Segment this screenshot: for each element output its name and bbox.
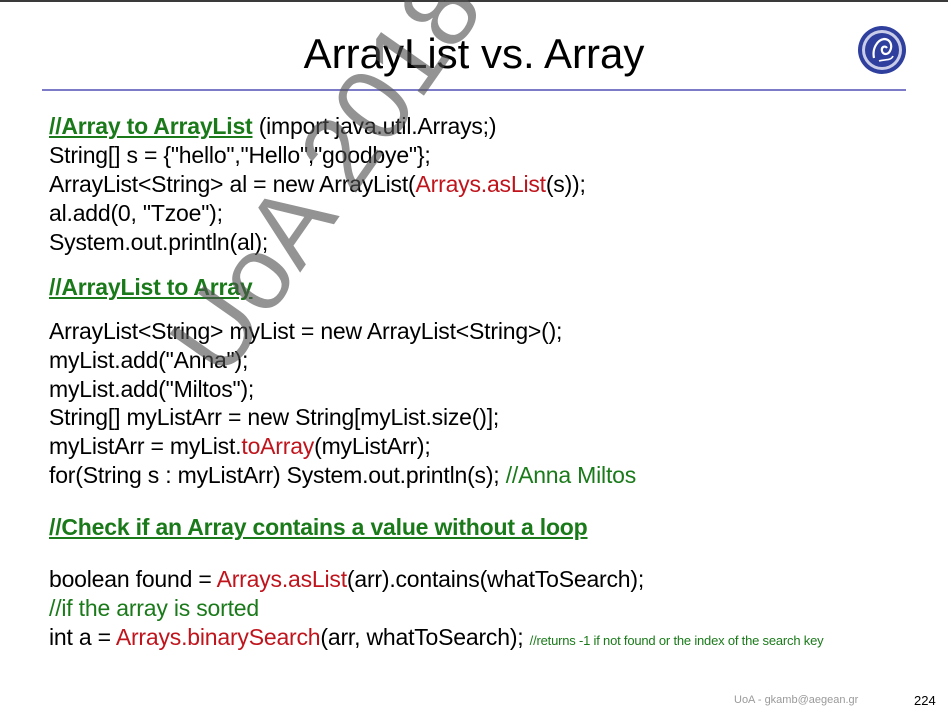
section2-heading: //ArrayList to Array: [49, 274, 253, 300]
code-line: myListArr = myList.toArray(myListArr);: [49, 432, 431, 460]
code-line: int a = Arrays.binarySearch(arr, whatToS…: [49, 623, 824, 655]
code-text: for(String s : myListArr) System.out.pri…: [49, 462, 506, 488]
code-text: (arr).contains(whatToSearch);: [346, 566, 645, 592]
code-comment: //Anna Miltos: [505, 462, 637, 488]
code-highlight: toArray: [241, 433, 315, 459]
code-line: String[] s = {"hello","Hello","goodbye"}…: [49, 142, 431, 168]
code-text: ArrayList<String> al = new ArrayList(: [49, 171, 416, 197]
section1-heading-line: //Array to ArrayList (import java.util.A…: [49, 112, 497, 140]
code-line: for(String s : myListArr) System.out.pri…: [49, 461, 636, 489]
code-text: boolean found =: [49, 566, 217, 592]
code-line: ArrayList<String> al = new ArrayList(Arr…: [49, 170, 586, 198]
code-line: myList.add("Miltos");: [49, 376, 255, 402]
code-line: al.add(0, "Tzoe");: [49, 200, 223, 226]
top-border: [0, 0, 948, 2]
footer-credit: UoA - gkamb@aegean.gr: [734, 694, 859, 706]
page-number: 224: [914, 693, 936, 708]
code-text: (myListArr);: [314, 433, 431, 459]
code-text: (s));: [545, 171, 586, 197]
code-text: int a =: [49, 624, 116, 650]
code-text: (arr, whatToSearch);: [320, 624, 530, 650]
section1-heading-note: (import java.util.Arrays;): [252, 113, 497, 139]
code-comment: //if the array is sorted: [49, 595, 259, 621]
code-line: System.out.println(al);: [49, 229, 269, 255]
code-highlight: Arrays.asList: [216, 566, 348, 592]
title-divider: [42, 89, 906, 91]
code-text: myListArr = myList.: [49, 433, 242, 459]
code-line: myList.add("Anna");: [49, 347, 249, 373]
code-highlight: Arrays.asList: [415, 171, 547, 197]
code-line: String[] myListArr = new String[myList.s…: [49, 404, 500, 430]
code-comment-small: //returns -1 if not found or the index o…: [529, 633, 824, 648]
slide-title: ArrayList vs. Array: [303, 30, 645, 77]
code-highlight: Arrays.binarySearch: [115, 624, 321, 650]
code-line: boolean found = Arrays.asList(arr).conta…: [49, 565, 644, 593]
university-seal-logo: [858, 26, 906, 74]
section3-heading: //Check if an Array contains a value wit…: [49, 514, 588, 540]
section1-heading: //Array to ArrayList: [49, 113, 253, 139]
code-line: ArrayList<String> myList = new ArrayList…: [49, 318, 563, 344]
